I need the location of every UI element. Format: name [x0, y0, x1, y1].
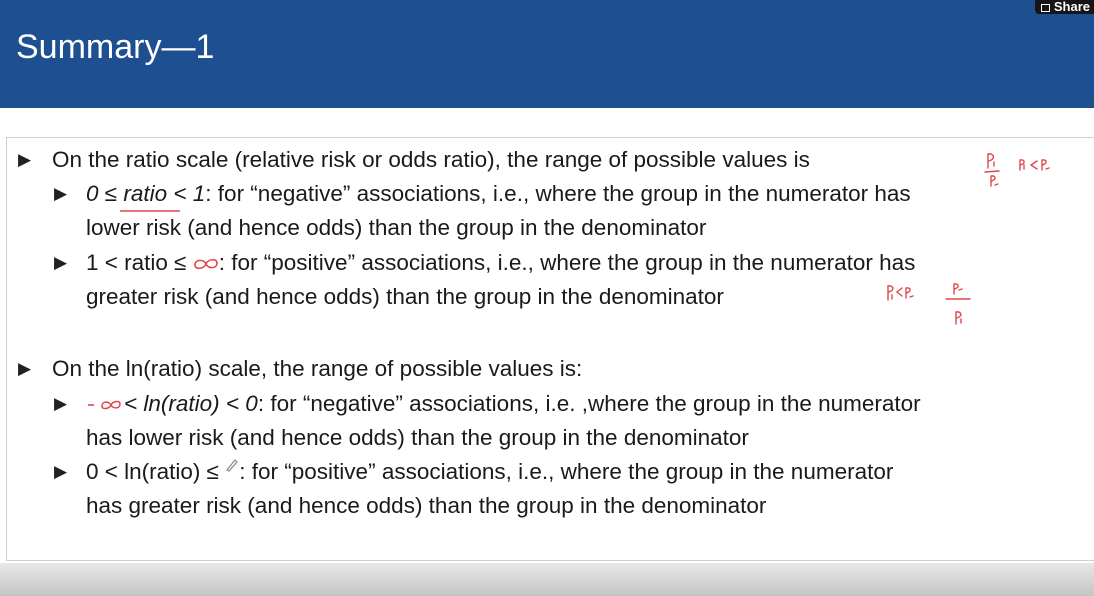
ln-negative-text1: : for “negative” associations, i.e. ,whe…	[257, 391, 921, 416]
ratio-negative-line1: 0 ≤ ratio < 1: for “negative” associatio…	[86, 177, 911, 211]
share-label: Share	[1053, 0, 1090, 14]
ink-underline-lower	[120, 210, 180, 212]
ln-negative-line1: < ln(ratio) < 0: for “negative” associat…	[86, 387, 921, 421]
triangle-bullet-icon: ▶	[18, 359, 32, 378]
ratio-positive-line2: greater risk (and hence odds) than the g…	[86, 284, 724, 309]
ink-annotation-p1-over-p2	[984, 153, 1050, 187]
ratio-positive-text1: : for “positive” associations, i.e., whe…	[218, 250, 916, 275]
ln-scale-lead: On the ln(ratio) scale, the range of pos…	[52, 356, 583, 381]
ln-positive-line1: 0 < ln(ratio) ≤ : for “positive” associa…	[86, 455, 893, 489]
triangle-bullet-icon: ▶	[18, 150, 32, 169]
ln-positive-condition: 0 < ln(ratio) ≤	[86, 459, 226, 484]
triangle-bullet-icon: ▶	[54, 184, 68, 203]
share-icon	[1040, 4, 1050, 12]
ink-annotation-p1-less-p2	[887, 283, 971, 325]
ratio-scale-lead: On the ratio scale (relative risk or odd…	[52, 147, 810, 172]
pen-cursor-icon	[226, 459, 239, 472]
ln-positive-line2: has greater risk (and hence odds) than t…	[86, 493, 767, 518]
triangle-bullet-icon: ▶	[54, 253, 68, 272]
ln-negative-line2: has lower risk (and hence odds) than the…	[86, 425, 749, 450]
ratio-positive-condition: 1 < ratio ≤	[86, 250, 193, 275]
ratio-negative-condition: 0 ≤ ratio < 1	[86, 181, 206, 206]
triangle-bullet-icon: ▶	[54, 394, 68, 413]
neg-infinity-ink-icon	[88, 400, 121, 410]
ratio-negative-text1: : for “negative” associations, i.e., whe…	[205, 181, 911, 206]
ln-negative-condition: < ln(ratio) < 0	[124, 391, 258, 416]
ratio-negative-line2: lower risk (and hence odds) than the gro…	[86, 215, 707, 240]
ratio-positive-line1: 1 < ratio ≤ : for “positive” association…	[86, 246, 915, 280]
window-bottom-bar	[0, 563, 1094, 596]
triangle-bullet-icon: ▶	[54, 462, 68, 481]
slide-header: Summary—1 Share	[0, 0, 1094, 108]
slide-title: Summary—1	[16, 28, 215, 66]
ln-positive-text1: : for “positive” associations, i.e., whe…	[239, 459, 894, 484]
share-button[interactable]: Share	[1034, 0, 1094, 14]
infinity-ink-icon	[193, 258, 218, 270]
